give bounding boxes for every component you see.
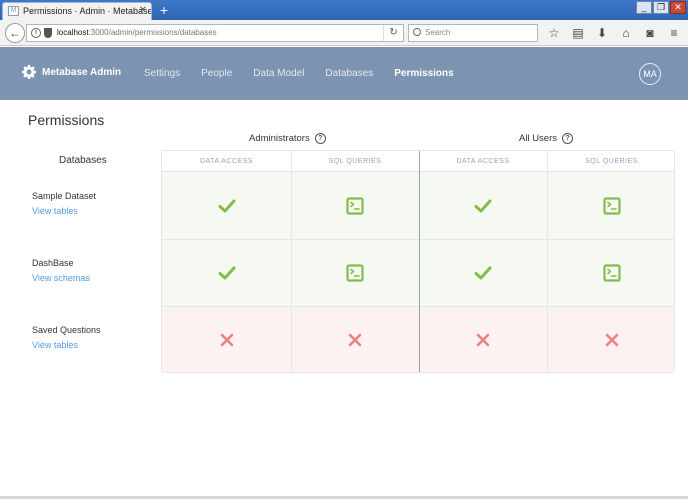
brand-title: Metabase Admin — [42, 66, 122, 78]
nav-data-model[interactable]: Data Model — [253, 68, 304, 79]
download-icon[interactable]: ⬇ — [594, 25, 610, 41]
column-divider — [547, 151, 548, 372]
sql-terminal-icon — [602, 263, 621, 282]
admin-header: Metabase Admin Settings People Data Mode… — [0, 47, 688, 100]
minimize-icon[interactable]: _ — [636, 1, 652, 14]
group-divider — [419, 151, 420, 372]
database-row-label: Saved Questions View tables — [32, 325, 101, 350]
database-row-label: Sample Dataset View tables — [32, 191, 96, 216]
browser-tab[interactable]: M Permissions · Admin · Metabase ✕ — [2, 2, 152, 20]
view-link[interactable]: View tables — [32, 206, 96, 216]
permission-cell[interactable] — [162, 239, 291, 306]
help-icon[interactable]: ? — [314, 133, 326, 144]
url-host: localhost — [57, 28, 89, 37]
search-input[interactable]: Search — [408, 24, 538, 42]
permission-cell[interactable] — [547, 172, 674, 239]
permission-cell[interactable] — [547, 306, 674, 372]
url-path: :3000/admin/permissions/databases — [88, 28, 217, 37]
nav-permissions[interactable]: Permissions — [394, 68, 453, 79]
permission-cell[interactable] — [291, 239, 419, 306]
new-tab-button[interactable]: + — [156, 2, 172, 18]
permission-cell[interactable] — [162, 306, 291, 372]
permissions-grid: DATA ACCESS SQL QUERIES DATA ACCESS SQL … — [161, 150, 675, 373]
avatar[interactable]: MA — [639, 63, 661, 85]
brand[interactable]: Metabase Admin — [22, 65, 121, 79]
back-button[interactable]: ← — [5, 23, 25, 43]
check-icon — [218, 199, 236, 213]
sql-terminal-icon — [346, 263, 364, 282]
column-header: SQL QUERIES — [547, 151, 674, 172]
database-name: DashBase — [32, 258, 74, 268]
cross-icon — [348, 333, 362, 347]
home-icon[interactable]: ⌂ — [618, 25, 634, 41]
gear-icon — [22, 65, 36, 79]
maximize-icon[interactable]: ❐ — [653, 1, 669, 14]
database-name: Saved Questions — [32, 325, 101, 335]
page-title: Permissions — [28, 112, 105, 128]
tab-close-icon[interactable]: ✕ — [139, 5, 147, 16]
column-header: SQL QUERIES — [291, 151, 419, 172]
menu-icon[interactable]: ≡ — [666, 25, 682, 41]
tracking-shield-icon[interactable] — [44, 28, 52, 38]
sql-terminal-icon — [602, 196, 621, 215]
group-name: All Users — [519, 133, 558, 144]
permission-cell[interactable] — [419, 306, 547, 372]
url-bar[interactable]: i localhost:3000/admin/permissions/datab… — [26, 24, 404, 42]
cross-icon — [220, 333, 234, 347]
databases-heading: Databases — [59, 155, 107, 166]
check-icon — [474, 266, 492, 280]
check-icon — [218, 266, 236, 280]
view-link[interactable]: View tables — [32, 340, 101, 350]
admin-nav: Settings People Data Model Databases Per… — [144, 68, 475, 79]
bookmark-star-icon[interactable]: ☆ — [546, 25, 562, 41]
nav-settings[interactable]: Settings — [144, 68, 180, 79]
view-link[interactable]: View schemas — [32, 273, 90, 283]
column-header: DATA ACCESS — [419, 151, 547, 172]
database-row-label: DashBase View schemas — [32, 258, 90, 283]
metabase-favicon-icon: M — [8, 6, 19, 16]
permission-cell[interactable] — [419, 239, 547, 306]
sql-terminal-icon — [346, 196, 364, 215]
column-header: DATA ACCESS — [162, 151, 291, 172]
group-header-administrators: Administrators ? — [249, 133, 326, 144]
database-name: Sample Dataset — [32, 191, 97, 201]
nav-people[interactable]: People — [201, 68, 232, 79]
group-name: Administrators — [249, 133, 310, 144]
browser-titlebar: M Permissions · Admin · Metabase ✕ + _ ❐… — [0, 0, 688, 20]
nav-databases[interactable]: Databases — [325, 68, 373, 79]
search-icon — [413, 28, 421, 36]
column-divider — [291, 151, 292, 372]
clipboard-icon[interactable]: ▤ — [570, 25, 586, 41]
permission-cell[interactable] — [291, 306, 419, 372]
pocket-icon[interactable]: ◙ — [642, 25, 658, 41]
cross-icon — [605, 333, 619, 347]
reload-icon[interactable]: ↻ — [383, 25, 403, 41]
permission-cell[interactable] — [162, 172, 291, 239]
tab-title: Permissions · Admin · Metabase — [23, 6, 152, 16]
search-placeholder: Search — [425, 28, 451, 37]
window-close-icon[interactable]: ✕ — [670, 1, 686, 14]
site-info-icon[interactable]: i — [31, 28, 41, 38]
help-icon[interactable]: ? — [562, 133, 574, 144]
window-controls: _ ❐ ✕ — [636, 1, 686, 14]
permission-cell[interactable] — [291, 172, 419, 239]
cross-icon — [476, 333, 490, 347]
permission-cell[interactable] — [419, 172, 547, 239]
check-icon — [474, 199, 492, 213]
browser-toolbar-icons: ☆ ▤ ⬇ ⌂ ◙ ≡ — [546, 25, 682, 41]
permission-cell[interactable] — [547, 239, 674, 306]
group-header-all-users: All Users ? — [519, 133, 574, 144]
browser-navbar: ← i localhost:3000/admin/permissions/dat… — [0, 20, 688, 46]
